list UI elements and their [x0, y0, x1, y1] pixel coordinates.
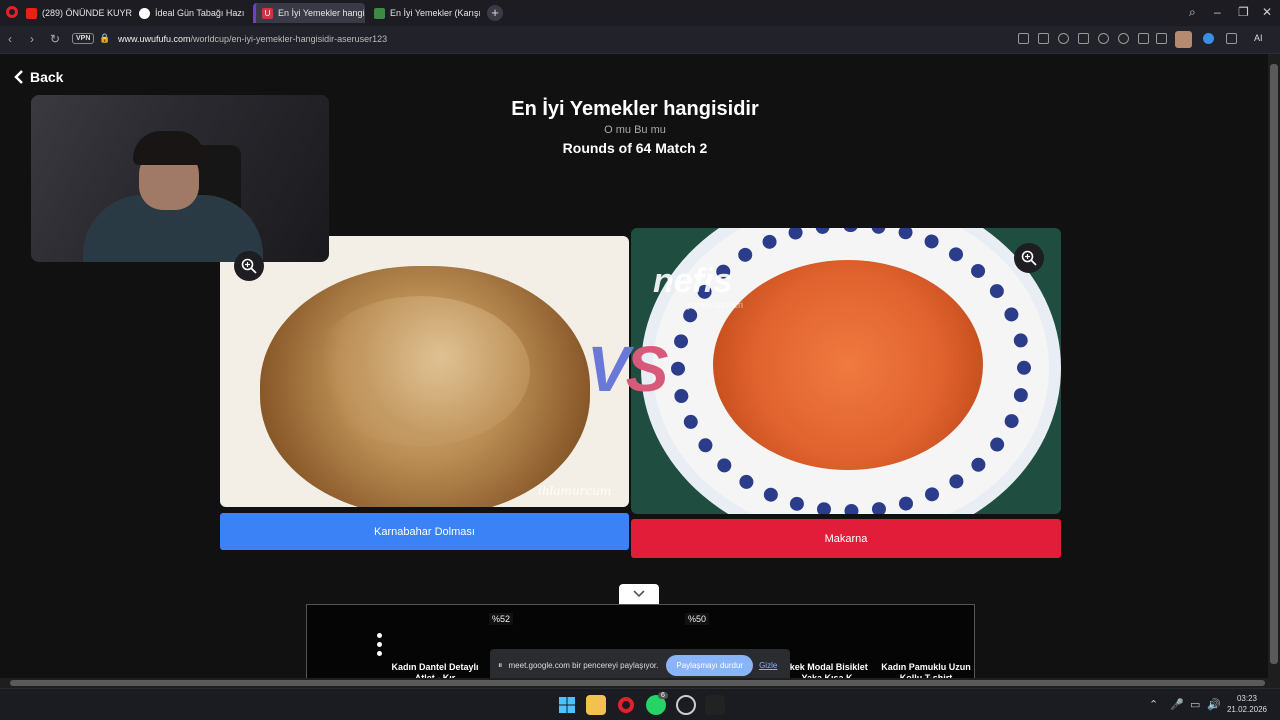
clock-time: 03:23 — [1236, 694, 1258, 703]
right-zoom-icon[interactable] — [1014, 243, 1044, 273]
forward-nav-icon[interactable]: › — [30, 32, 34, 46]
youtube-icon — [26, 7, 37, 19]
tab-karisik[interactable]: En İyi Yemekler (Karışık) - — [368, 3, 480, 23]
play-icon[interactable] — [1098, 33, 1109, 44]
vertical-scrollbar[interactable] — [1268, 54, 1280, 678]
nefis-logo: nefis — [653, 262, 733, 300]
messenger-icon[interactable] — [1203, 33, 1214, 44]
pause-icon[interactable]: ⏸ — [498, 660, 503, 671]
terminal-icon[interactable] — [705, 695, 725, 715]
url-field[interactable]: www.uwufufu.com/worldcup/en-iyi-yemekler… — [118, 34, 387, 44]
vs-letter-s: S — [625, 333, 669, 405]
tab-youtube[interactable]: (289) ÖNÜNDE KUYRUK O — [20, 3, 132, 23]
left-choice-image[interactable]: ihlamurcum — [220, 236, 629, 507]
tab-label: (289) ÖNÜNDE KUYRUK O — [42, 8, 132, 18]
back-label: Back — [30, 69, 64, 85]
ai-button[interactable]: AI — [1254, 33, 1263, 43]
page-content: Back En İyi Yemekler hangisidir O mu Bu … — [0, 54, 1268, 686]
windows-taskbar: 6 ⌃ 🎤 ▭ 🔊 03:23 21.02.2026 — [0, 688, 1280, 720]
profile-avatar[interactable] — [1175, 31, 1192, 48]
extension-icon[interactable] — [1078, 33, 1089, 44]
page-subtitle: O mu Bu mu — [604, 124, 666, 136]
left-choice-button[interactable]: Karnabahar Dolması — [220, 513, 629, 550]
nefis-logo-sub: yemek tarifleri — [687, 300, 744, 310]
display-icon[interactable]: ▭ — [1190, 698, 1200, 711]
tab-label: İdeal Gün Tabağı Hazırla D — [155, 8, 245, 18]
opera-logo-icon[interactable] — [6, 6, 18, 18]
cube-icon[interactable] — [1226, 33, 1237, 44]
clock-date: 21.02.2026 — [1226, 705, 1268, 714]
file-explorer-icon[interactable] — [586, 695, 606, 715]
volume-icon[interactable]: 🔊 — [1207, 698, 1221, 711]
heart-icon[interactable] — [1118, 33, 1129, 44]
close-window-button[interactable]: ✕ — [1262, 5, 1272, 19]
camera-icon[interactable] — [1038, 33, 1049, 44]
more-options-icon[interactable] — [377, 633, 382, 656]
webcam-overlay — [31, 95, 329, 262]
windows-start-icon[interactable] — [557, 695, 577, 715]
penne-pasta — [713, 260, 983, 470]
uwufufu-icon: U — [262, 7, 273, 19]
share-message: meet.google.com bir pencereyi paylaşıyor… — [508, 660, 659, 670]
quiz-icon — [139, 7, 150, 19]
vs-badge: VS — [587, 332, 669, 406]
edit-icon[interactable] — [1018, 33, 1029, 44]
tab-quiz[interactable]: İdeal Gün Tabağı Hazırla D — [133, 3, 245, 23]
suggestion-title: Kadın Dantel Detaylı — [391, 662, 479, 672]
microphone-icon[interactable]: 🎤 — [1170, 698, 1184, 711]
minimize-button[interactable]: – — [1214, 5, 1221, 19]
restore-button[interactable]: ❐ — [1238, 5, 1249, 19]
discount-badge: %50 — [685, 613, 710, 625]
left-image-watermark: ihlamurcum — [538, 484, 612, 498]
chevron-down-icon — [633, 590, 645, 598]
discount-badge: %52 — [489, 613, 514, 625]
new-tab-button[interactable]: + — [487, 5, 503, 21]
page-title: En İyi Yemekler hangisidir — [511, 98, 759, 120]
tab-label: En İyi Yemekler (Karışık) - — [390, 8, 480, 18]
tab-label: En İyi Yemekler hangisidir — [278, 8, 365, 18]
url-domain: www.uwufufu.com — [118, 34, 191, 44]
whatsapp-icon[interactable]: 6 — [646, 692, 668, 715]
back-button[interactable]: Back — [14, 69, 63, 85]
reload-icon[interactable]: ↻ — [50, 32, 60, 46]
url-path: /worldcup/en-iyi-yemekler-hangisidir-ase… — [190, 34, 388, 44]
lock-icon[interactable]: 🔒 — [99, 33, 110, 44]
download-icon[interactable] — [1138, 33, 1149, 44]
tray-overflow-icon[interactable]: ⌃ — [1149, 698, 1158, 711]
right-choice-button[interactable]: Makarna — [631, 519, 1061, 558]
vs-letter-v: V — [587, 333, 630, 405]
browser-tab-bar: (289) ÖNÜNDE KUYRUK O İdeal Gün Tabağı H… — [0, 0, 1280, 26]
back-nav-icon[interactable]: ‹ — [8, 32, 12, 46]
screen-share-bar: ⏸ meet.google.com bir pencereyi paylaşıy… — [490, 649, 790, 681]
hide-button[interactable]: Gizle — [759, 661, 777, 670]
suggestion-title: rkek Modal Bisiklet — [786, 662, 868, 672]
stop-sharing-button[interactable]: Paylaşmayı durdur — [666, 654, 754, 676]
opera-taskbar-icon[interactable] — [616, 695, 636, 715]
vpn-badge[interactable]: VPN — [72, 33, 95, 44]
system-clock[interactable]: 03:23 21.02.2026 — [1222, 693, 1272, 715]
app-icon[interactable] — [676, 695, 696, 715]
whatsapp-badge: 6 — [658, 692, 668, 699]
horizontal-scrollbar[interactable] — [0, 678, 1280, 688]
food-icon — [374, 7, 385, 19]
left-zoom-icon[interactable] — [234, 251, 264, 281]
person-hair — [133, 131, 205, 165]
suggestion-title: Kadın Pamuklu Uzun — [881, 662, 971, 672]
crumb-topping — [310, 296, 530, 446]
chevron-left-icon — [14, 70, 23, 84]
address-bar: ‹ › ↻ VPN 🔒 www.uwufufu.com/worldcup/en-… — [0, 26, 1280, 54]
tab-active-uwufufu[interactable]: U En İyi Yemekler hangisidir — [253, 3, 365, 23]
right-choice-image[interactable]: nefis yemek tarifleri — [631, 228, 1061, 514]
round-info: Rounds of 64 Match 2 — [562, 140, 708, 156]
menu-icon[interactable] — [1156, 33, 1167, 44]
shield-icon[interactable] — [1058, 33, 1069, 44]
expand-panel-button[interactable] — [619, 584, 659, 604]
search-tabs-icon[interactable]: ⌕ — [1189, 5, 1196, 20]
